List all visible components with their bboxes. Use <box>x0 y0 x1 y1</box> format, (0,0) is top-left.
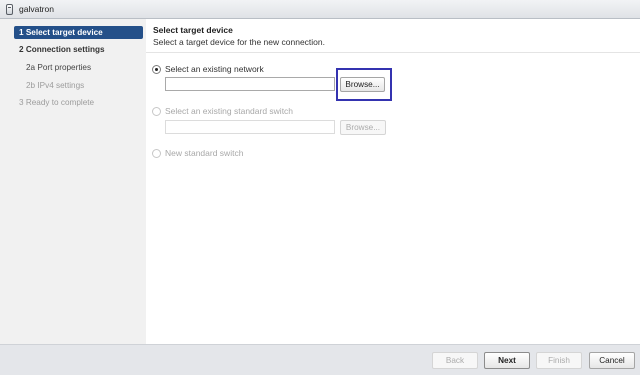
step-ready-to-complete: 3 Ready to complete <box>19 98 95 107</box>
title-bar: galvatron <box>0 0 640 19</box>
finish-button: Finish <box>536 352 582 369</box>
existing-network-input[interactable] <box>165 77 335 91</box>
step-ipv4-settings: 2b IPv4 settings <box>26 81 85 90</box>
wizard-footer: Back Next Finish Cancel <box>0 344 640 375</box>
existing-network-option[interactable]: Select an existing network <box>152 64 264 74</box>
step-connection-settings[interactable]: 2 Connection settings <box>14 43 142 56</box>
cancel-button[interactable]: Cancel <box>589 352 635 369</box>
new-switch-label: New standard switch <box>165 148 244 158</box>
window-title: galvatron <box>19 4 54 14</box>
existing-network-radio[interactable] <box>152 64 161 74</box>
existing-switch-option[interactable]: Select an existing standard switch <box>152 106 293 116</box>
wizard-content: Select target device Select a target dev… <box>146 19 640 344</box>
wizard-steps-sidebar: 1 Select target device 2 Connection sett… <box>0 19 146 344</box>
device-icon <box>6 3 13 15</box>
new-switch-option[interactable]: New standard switch <box>152 148 243 158</box>
next-button[interactable]: Next <box>484 352 530 369</box>
new-switch-radio[interactable] <box>152 148 161 158</box>
existing-switch-label: Select an existing standard switch <box>165 106 294 116</box>
page-subtitle: Select a target device for the new conne… <box>153 37 325 47</box>
page-title: Select target device <box>153 25 233 35</box>
existing-switch-input <box>165 120 335 134</box>
browse-switch-button: Browse... <box>340 120 386 135</box>
browse-highlight-box <box>336 68 392 101</box>
existing-network-label: Select an existing network <box>165 64 264 74</box>
header-divider <box>146 52 640 53</box>
existing-switch-radio[interactable] <box>152 106 161 116</box>
back-button: Back <box>432 352 478 369</box>
step-select-target-device[interactable]: 1 Select target device <box>14 26 143 39</box>
step-port-properties[interactable]: 2a Port properties <box>14 61 142 74</box>
